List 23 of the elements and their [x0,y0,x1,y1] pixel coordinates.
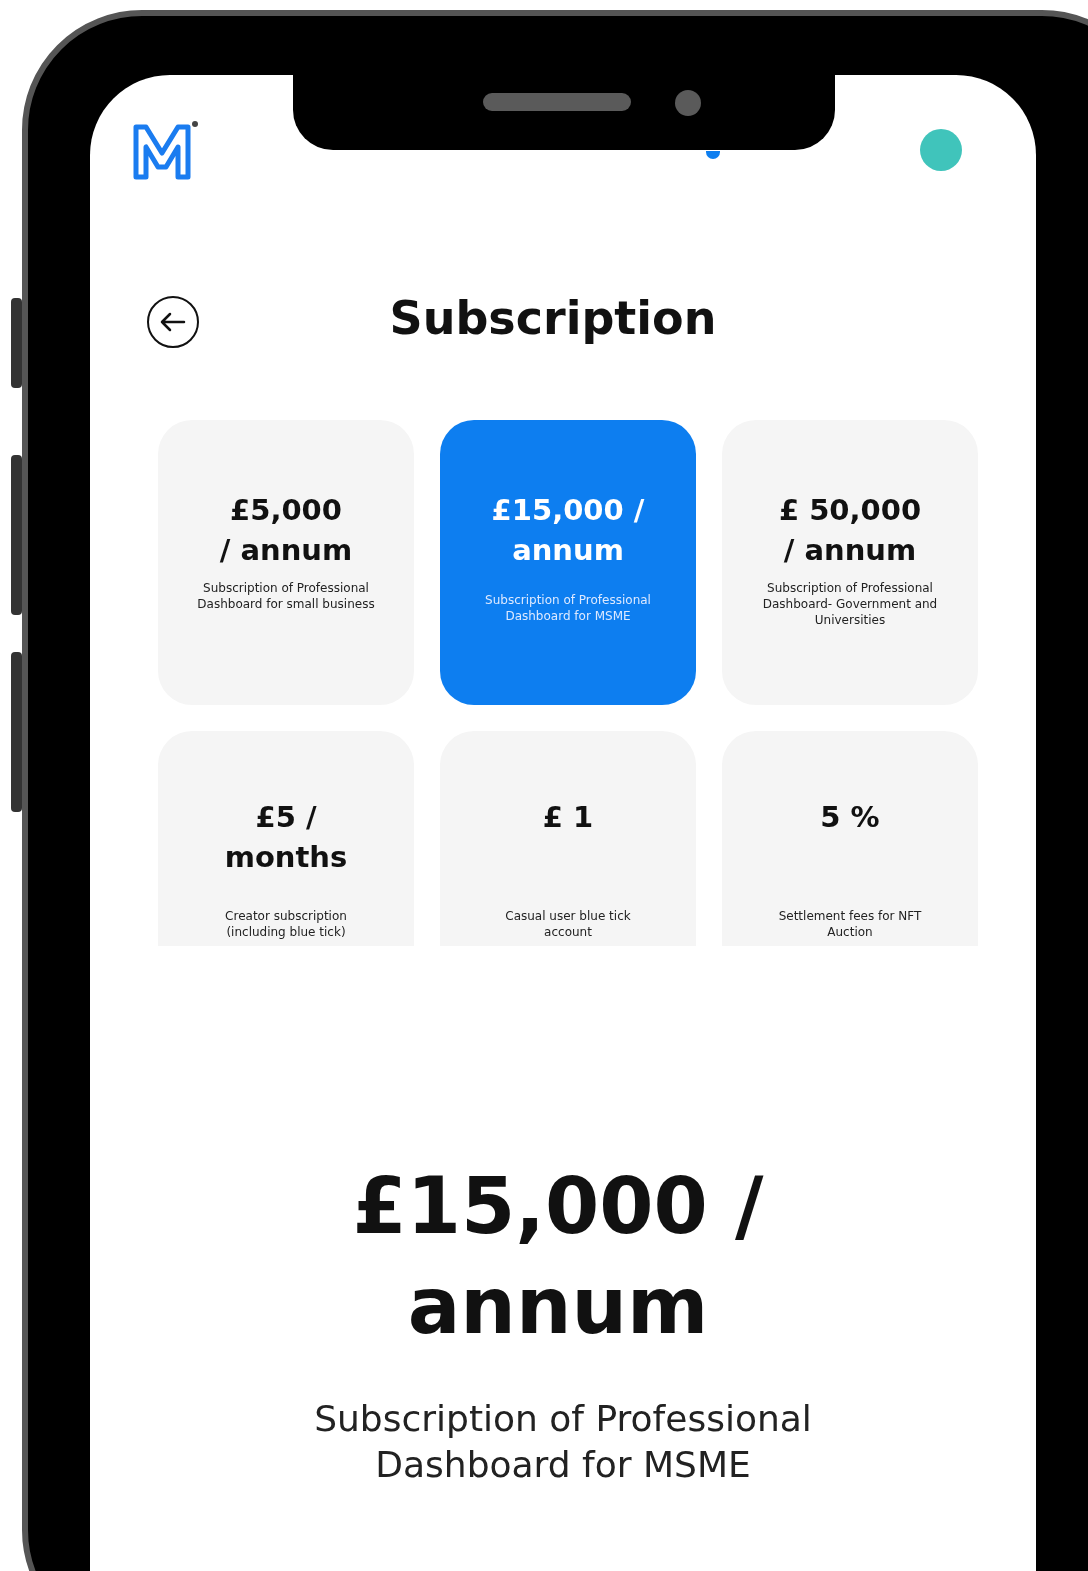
plan-description: Subscription of Professional Dashboard for MSME [484,592,652,624]
plan-description: Settlement fees for NFT Auction [777,908,923,940]
plan-card[interactable]: £ 1 Casual user blue tick account [440,731,696,946]
plan-card[interactable]: £5 / months Creator subscription (including blue tick) [158,731,414,946]
plan-description: Subscription of Professional Dashboard- Government and Universities [761,580,939,628]
plan-description: Creator subscription (including blue tick) [224,908,348,940]
plan-card[interactable]: £5,000 / annum Subscription of Professional Dashboard for small business [158,420,414,705]
plan-price: £15,000 / annum [491,492,645,569]
plan-price: £ 50,000 / annum [778,492,922,569]
plan-price: £ 1 [542,799,594,836]
plan-card[interactable]: £15,000 / annum Subscription of Professional Dashboard for MSME [440,420,696,705]
selected-plan-price: £15,000 / annum [352,1160,764,1353]
plan-card[interactable]: £ 50,000 / annum Subscription of Professional Dashboard- Government and Universities [722,420,978,705]
plan-price: £5 / months [224,799,348,876]
back-icon[interactable] [146,295,200,349]
plan-card[interactable]: 5 % Settlement fees for NFT Auction [722,731,978,946]
selected-plan-description: Subscription of Professional Dashboard for MSME [313,1397,813,1487]
plan-price: 5 % [820,799,880,836]
page-title: Subscription [389,291,717,345]
logo-icon [132,119,200,181]
plan-description: Casual user blue tick account [504,908,632,940]
plan-price: £5,000 / annum [219,492,353,569]
plan-description: Subscription of Professional Dashboard for small business [196,580,376,612]
